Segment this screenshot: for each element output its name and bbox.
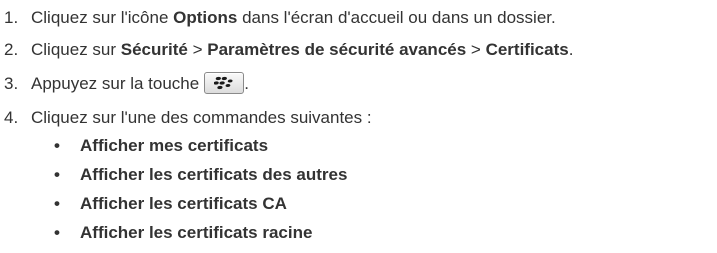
options-term: Options [173, 8, 238, 27]
step-text: Cliquez sur l'icône Options dans l'écran… [31, 5, 556, 31]
step-text-part: dans l'écran d'accueil ou dans un dossie… [237, 8, 556, 27]
path-separator: > [466, 40, 486, 59]
step-number: 4. [4, 108, 19, 127]
step-text-part: Cliquez sur l'icône [31, 8, 174, 27]
blackberry-logo-icon [214, 76, 233, 90]
step-number: 2. [4, 40, 19, 59]
instructions-document: 1. Cliquez sur l'icône Options dans l'éc… [0, 0, 717, 253]
step-number: 3. [4, 74, 19, 93]
step-text: Cliquez sur Sécurité > Paramètres de séc… [31, 37, 573, 63]
blackberry-menu-key-icon [204, 72, 245, 95]
path-separator: > [187, 40, 208, 59]
command-label: Afficher les certificats CA [80, 194, 287, 213]
bullet-icon: • [54, 165, 60, 184]
bullet-icon: • [54, 223, 60, 242]
bullet-icon: • [54, 136, 60, 155]
command-label: Afficher les certificats des autres [80, 165, 348, 184]
step-text: Cliquez sur l'une des commandes suivante… [31, 108, 372, 127]
certificates-term: Certificats [485, 40, 569, 59]
bullet-icon: • [54, 194, 60, 213]
step-text-part: Appuyez sur la touche [31, 74, 200, 93]
security-term: Sécurité [120, 40, 188, 59]
advanced-security-term: Paramètres de sécurité avancés [207, 40, 467, 59]
step-text: Appuyez sur la touche . [31, 71, 249, 97]
step-number: 1. [4, 8, 19, 27]
command-label: Afficher mes certificats [80, 136, 269, 155]
command-label: Afficher les certificats racine [80, 223, 313, 242]
step-text-part: . [244, 74, 249, 93]
step-text-part: . [568, 40, 574, 59]
step-text-part: Cliquez sur [31, 40, 121, 59]
